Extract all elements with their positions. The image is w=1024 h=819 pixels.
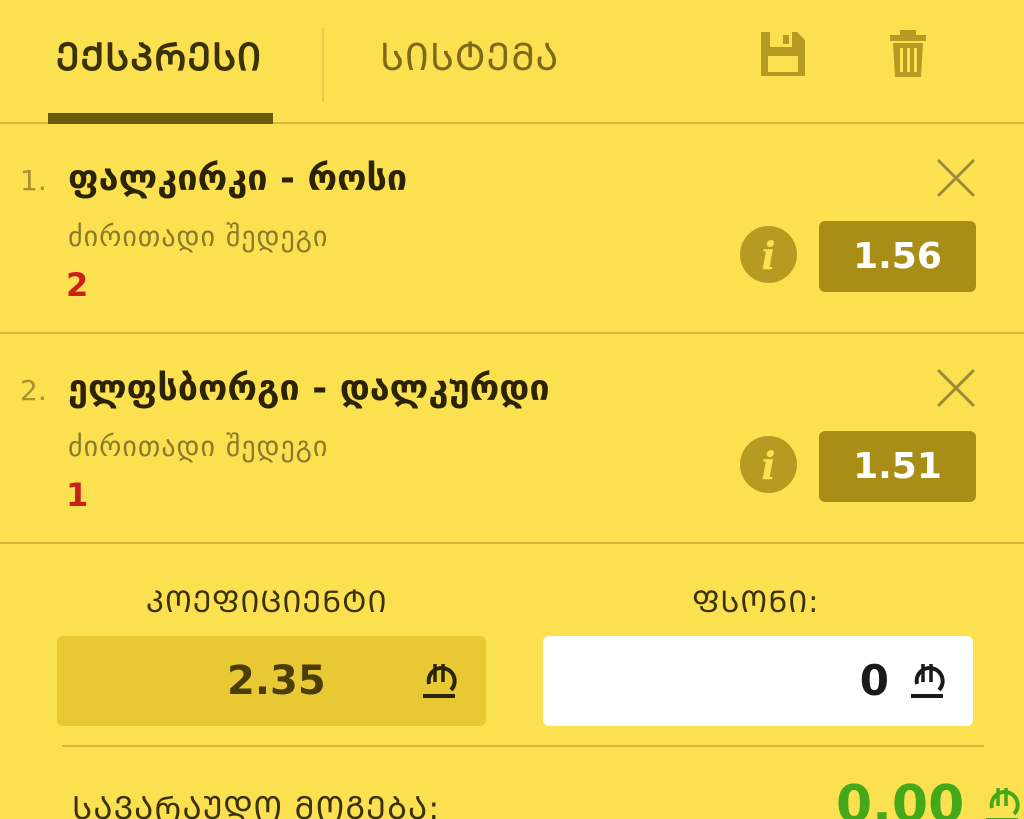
odds-button[interactable]: 1.51 — [819, 431, 976, 502]
bet-index: 1. — [20, 164, 47, 197]
tab-separator — [322, 28, 324, 102]
bet-match: ფალკირკი - როსი — [68, 158, 408, 199]
betslip: ᲔᲥᲡᲞᲠᲔᲡᲘ ᲡᲘᲡᲢᲔᲛᲐ 1. ფალკირკი - როსი ძირი… — [0, 0, 1024, 819]
close-icon[interactable] — [934, 156, 978, 200]
bet-pick: 1 — [66, 476, 89, 514]
bet-pick: 2 — [66, 266, 89, 304]
lari-icon — [911, 664, 945, 698]
tab-express[interactable]: ᲔᲥᲡᲞᲠᲔᲡᲘ — [56, 30, 262, 82]
coefficient-label: ᲙᲝᲔᲤᲘᲪᲘᲔᲜᲢᲘ — [146, 585, 388, 620]
info-icon[interactable]: i — [740, 226, 797, 283]
bet-market: ძირითადი შედეგი — [68, 220, 329, 253]
stake-label: ᲤᲡᲝᲜᲘ: — [692, 585, 820, 620]
bet-item: 2. ელფსბორგი - დალკურდი ძირითადი შედეგი … — [0, 334, 1024, 544]
coefficient-value: 2.35 — [227, 658, 326, 704]
coefficient-box: 2.35 — [57, 636, 486, 726]
info-icon[interactable]: i — [740, 436, 797, 493]
bet-item: 1. ფალკირკი - როსი ძირითადი შედეგი 2 i 1… — [0, 124, 1024, 334]
stake-input[interactable]: 0 — [543, 636, 973, 726]
stake-value[interactable]: 0 — [860, 656, 889, 705]
lari-icon — [423, 664, 457, 698]
trash-icon[interactable] — [884, 28, 936, 80]
active-tab-indicator — [48, 113, 273, 124]
tab-system[interactable]: ᲡᲘᲡᲢᲔᲛᲐ — [380, 30, 559, 82]
bet-market: ძირითადი შედეგი — [68, 430, 329, 463]
lari-icon — [986, 788, 1020, 819]
bet-match: ელფსბორგი - დალკურდი — [68, 368, 550, 409]
odds-button[interactable]: 1.56 — [819, 221, 976, 292]
possible-win-label: ᲡᲐᲕᲐᲠᲐᲣᲓᲝ ᲛᲝᲒᲔᲑᲐ: — [72, 789, 441, 819]
bet-index: 2. — [20, 374, 47, 407]
possible-win-value: 0.00 — [836, 775, 965, 819]
save-icon[interactable] — [757, 28, 809, 80]
betslip-tabs: ᲔᲥᲡᲞᲠᲔᲡᲘ ᲡᲘᲡᲢᲔᲛᲐ — [0, 0, 1024, 124]
close-icon[interactable] — [934, 366, 978, 410]
divider — [62, 745, 984, 747]
